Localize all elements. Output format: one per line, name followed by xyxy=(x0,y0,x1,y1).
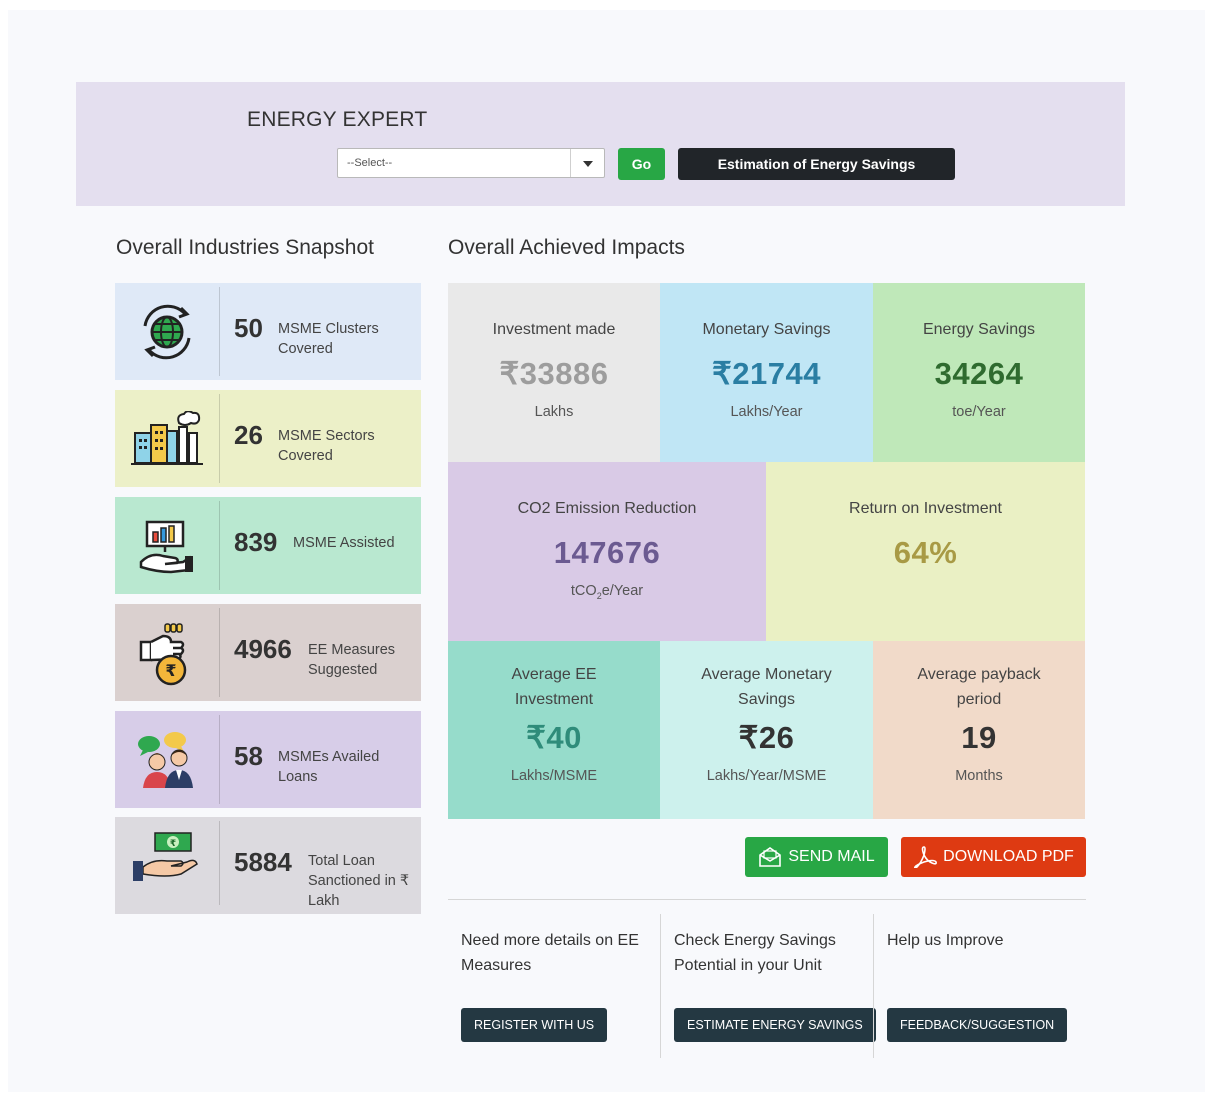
estimation-button[interactable]: Estimation of Energy Savings xyxy=(678,148,955,180)
snapshot-card-sectors: 26 MSME Sectors Covered xyxy=(115,390,421,487)
pdf-icon xyxy=(914,846,938,868)
card-divider xyxy=(219,821,220,905)
impact-label: Investment made xyxy=(492,321,616,338)
stat-value: 839 xyxy=(234,527,278,557)
snapshot-card-assisted: 839 MSME Assisted xyxy=(115,497,421,594)
stat-label: EE Measures Suggested xyxy=(308,642,396,678)
send-mail-button[interactable]: SEND MAIL xyxy=(745,837,888,877)
stat-label: Total Loan Sanctioned in ₹ Lakh xyxy=(308,853,410,909)
impact-unit: Lakhs/Year/MSME xyxy=(706,768,827,784)
footer-text: Help us Improve xyxy=(887,932,1004,949)
card-divider xyxy=(219,287,220,376)
estimate-savings-button[interactable]: ESTIMATE ENERGY SAVINGS xyxy=(674,1008,876,1042)
impact-avg-monetary-savings: Average Monetary Savings ₹26 Lakhs/Year/… xyxy=(660,641,873,819)
footer-text: Check Energy Savings Potential in your U… xyxy=(674,932,836,974)
impact-unit: Lakhs/Year xyxy=(730,404,803,420)
download-pdf-button[interactable]: DOWNLOAD PDF xyxy=(901,837,1086,877)
globe-cycle-icon xyxy=(115,283,219,380)
footer-feedback: Help us Improve FEEDBACK/SUGGESTION xyxy=(874,914,1086,1058)
feedback-button[interactable]: FEEDBACK/SUGGESTION xyxy=(887,1008,1068,1042)
impact-investment: Investment made ₹33886 Lakhs xyxy=(448,283,660,462)
people-chat-icon xyxy=(115,711,219,808)
impact-unit: Lakhs/MSME xyxy=(510,768,598,784)
impacts-title: Overall Achieved Impacts xyxy=(448,236,685,259)
impact-monetary-savings: Monetary Savings ₹21744 Lakhs/Year xyxy=(660,283,873,462)
snapshot-card-loans: 58 MSMEs Availed Loans xyxy=(115,711,421,808)
impact-co2-reduction: CO2 Emission Reduction 147676 tCO2e/Year xyxy=(448,462,766,641)
go-button[interactable]: Go xyxy=(618,148,665,180)
stat-label: MSMEs Availed Loans xyxy=(278,749,380,785)
footer-estimate: Check Energy Savings Potential in your U… xyxy=(661,914,876,1058)
stat-value: 5884 xyxy=(234,847,292,877)
header-banner xyxy=(76,82,1125,206)
impact-label: Investment xyxy=(514,691,594,708)
impact-label: Return on Investment xyxy=(849,500,1002,517)
divider xyxy=(448,899,1086,900)
impact-label: Energy Savings xyxy=(922,321,1036,338)
impact-label: CO2 Emission Reduction xyxy=(517,500,697,517)
snapshot-card-clusters: 50 MSME Clusters Covered xyxy=(115,283,421,380)
impact-roi: Return on Investment 64% xyxy=(766,462,1085,641)
stat-label: MSME Assisted xyxy=(293,535,395,551)
impact-value: 64% xyxy=(893,535,958,570)
card-divider xyxy=(219,394,220,483)
impact-unit: tCO2e/Year xyxy=(570,583,644,601)
select-separator xyxy=(570,149,571,177)
impact-label: Average payback xyxy=(917,666,1041,683)
stat-value: 26 xyxy=(234,420,263,450)
impact-value: 34264 xyxy=(934,356,1024,391)
svg-text:₹: ₹ xyxy=(165,661,176,680)
page-title: ENERGY EXPERT xyxy=(247,108,428,131)
impact-unit: Months xyxy=(955,768,1003,784)
stat-value: 4966 xyxy=(234,634,292,664)
envelope-icon xyxy=(759,847,782,867)
impact-label: Savings xyxy=(738,691,795,708)
snapshot-card-loan-sanctioned: ₹ 5884 Total Loan Sanctioned in ₹ Lakh xyxy=(115,817,421,914)
factory-icon xyxy=(115,390,219,487)
hand-chart-icon xyxy=(115,497,219,594)
hand-banknote-icon: ₹ xyxy=(115,817,219,914)
footer-register: Need more details on EE Measures REGISTE… xyxy=(448,914,660,1058)
impact-energy-savings: Energy Savings 34264 toe/Year xyxy=(873,283,1085,462)
impact-label: Average Monetary xyxy=(701,666,832,683)
impact-value: 147676 xyxy=(553,535,661,570)
impact-value: ₹40 xyxy=(526,720,582,755)
impact-unit: Lakhs xyxy=(534,404,574,420)
select-value: --Select-- xyxy=(347,157,393,169)
impact-value: ₹21744 xyxy=(712,356,821,391)
send-mail-label: SEND MAIL xyxy=(788,848,875,865)
snapshot-card-measures: ₹ 4966 EE Measures Suggested xyxy=(115,604,421,701)
svg-text:₹: ₹ xyxy=(170,839,176,849)
register-button[interactable]: REGISTER WITH US xyxy=(461,1008,608,1042)
download-pdf-label: DOWNLOAD PDF xyxy=(943,848,1074,865)
impact-label: Average EE xyxy=(511,666,597,683)
impact-value: ₹33886 xyxy=(499,356,609,391)
impact-avg-ee-investment: Average EE Investment ₹40 Lakhs/MSME xyxy=(448,641,660,819)
stat-value: 58 xyxy=(234,741,263,771)
impact-label: Monetary Savings xyxy=(702,321,831,338)
money-bag-rupee-icon: ₹ xyxy=(115,604,219,701)
impact-label: period xyxy=(956,691,1002,708)
card-divider xyxy=(219,608,220,697)
impact-value: 19 xyxy=(961,720,997,755)
card-divider xyxy=(219,715,220,804)
impact-avg-payback: Average payback period 19 Months xyxy=(873,641,1085,819)
expert-select[interactable]: --Select-- xyxy=(337,148,605,178)
stat-label: MSME Clusters Covered xyxy=(278,321,379,357)
stat-value: 50 xyxy=(234,313,263,343)
impact-value: ₹26 xyxy=(738,720,795,755)
impact-unit: toe/Year xyxy=(952,404,1006,420)
stat-label: MSME Sectors Covered xyxy=(278,428,375,464)
chevron-down-icon[interactable] xyxy=(583,161,593,167)
footer-text: Need more details on EE Measures xyxy=(461,932,639,974)
card-divider xyxy=(219,501,220,590)
snapshot-title: Overall Industries Snapshot xyxy=(116,236,374,259)
